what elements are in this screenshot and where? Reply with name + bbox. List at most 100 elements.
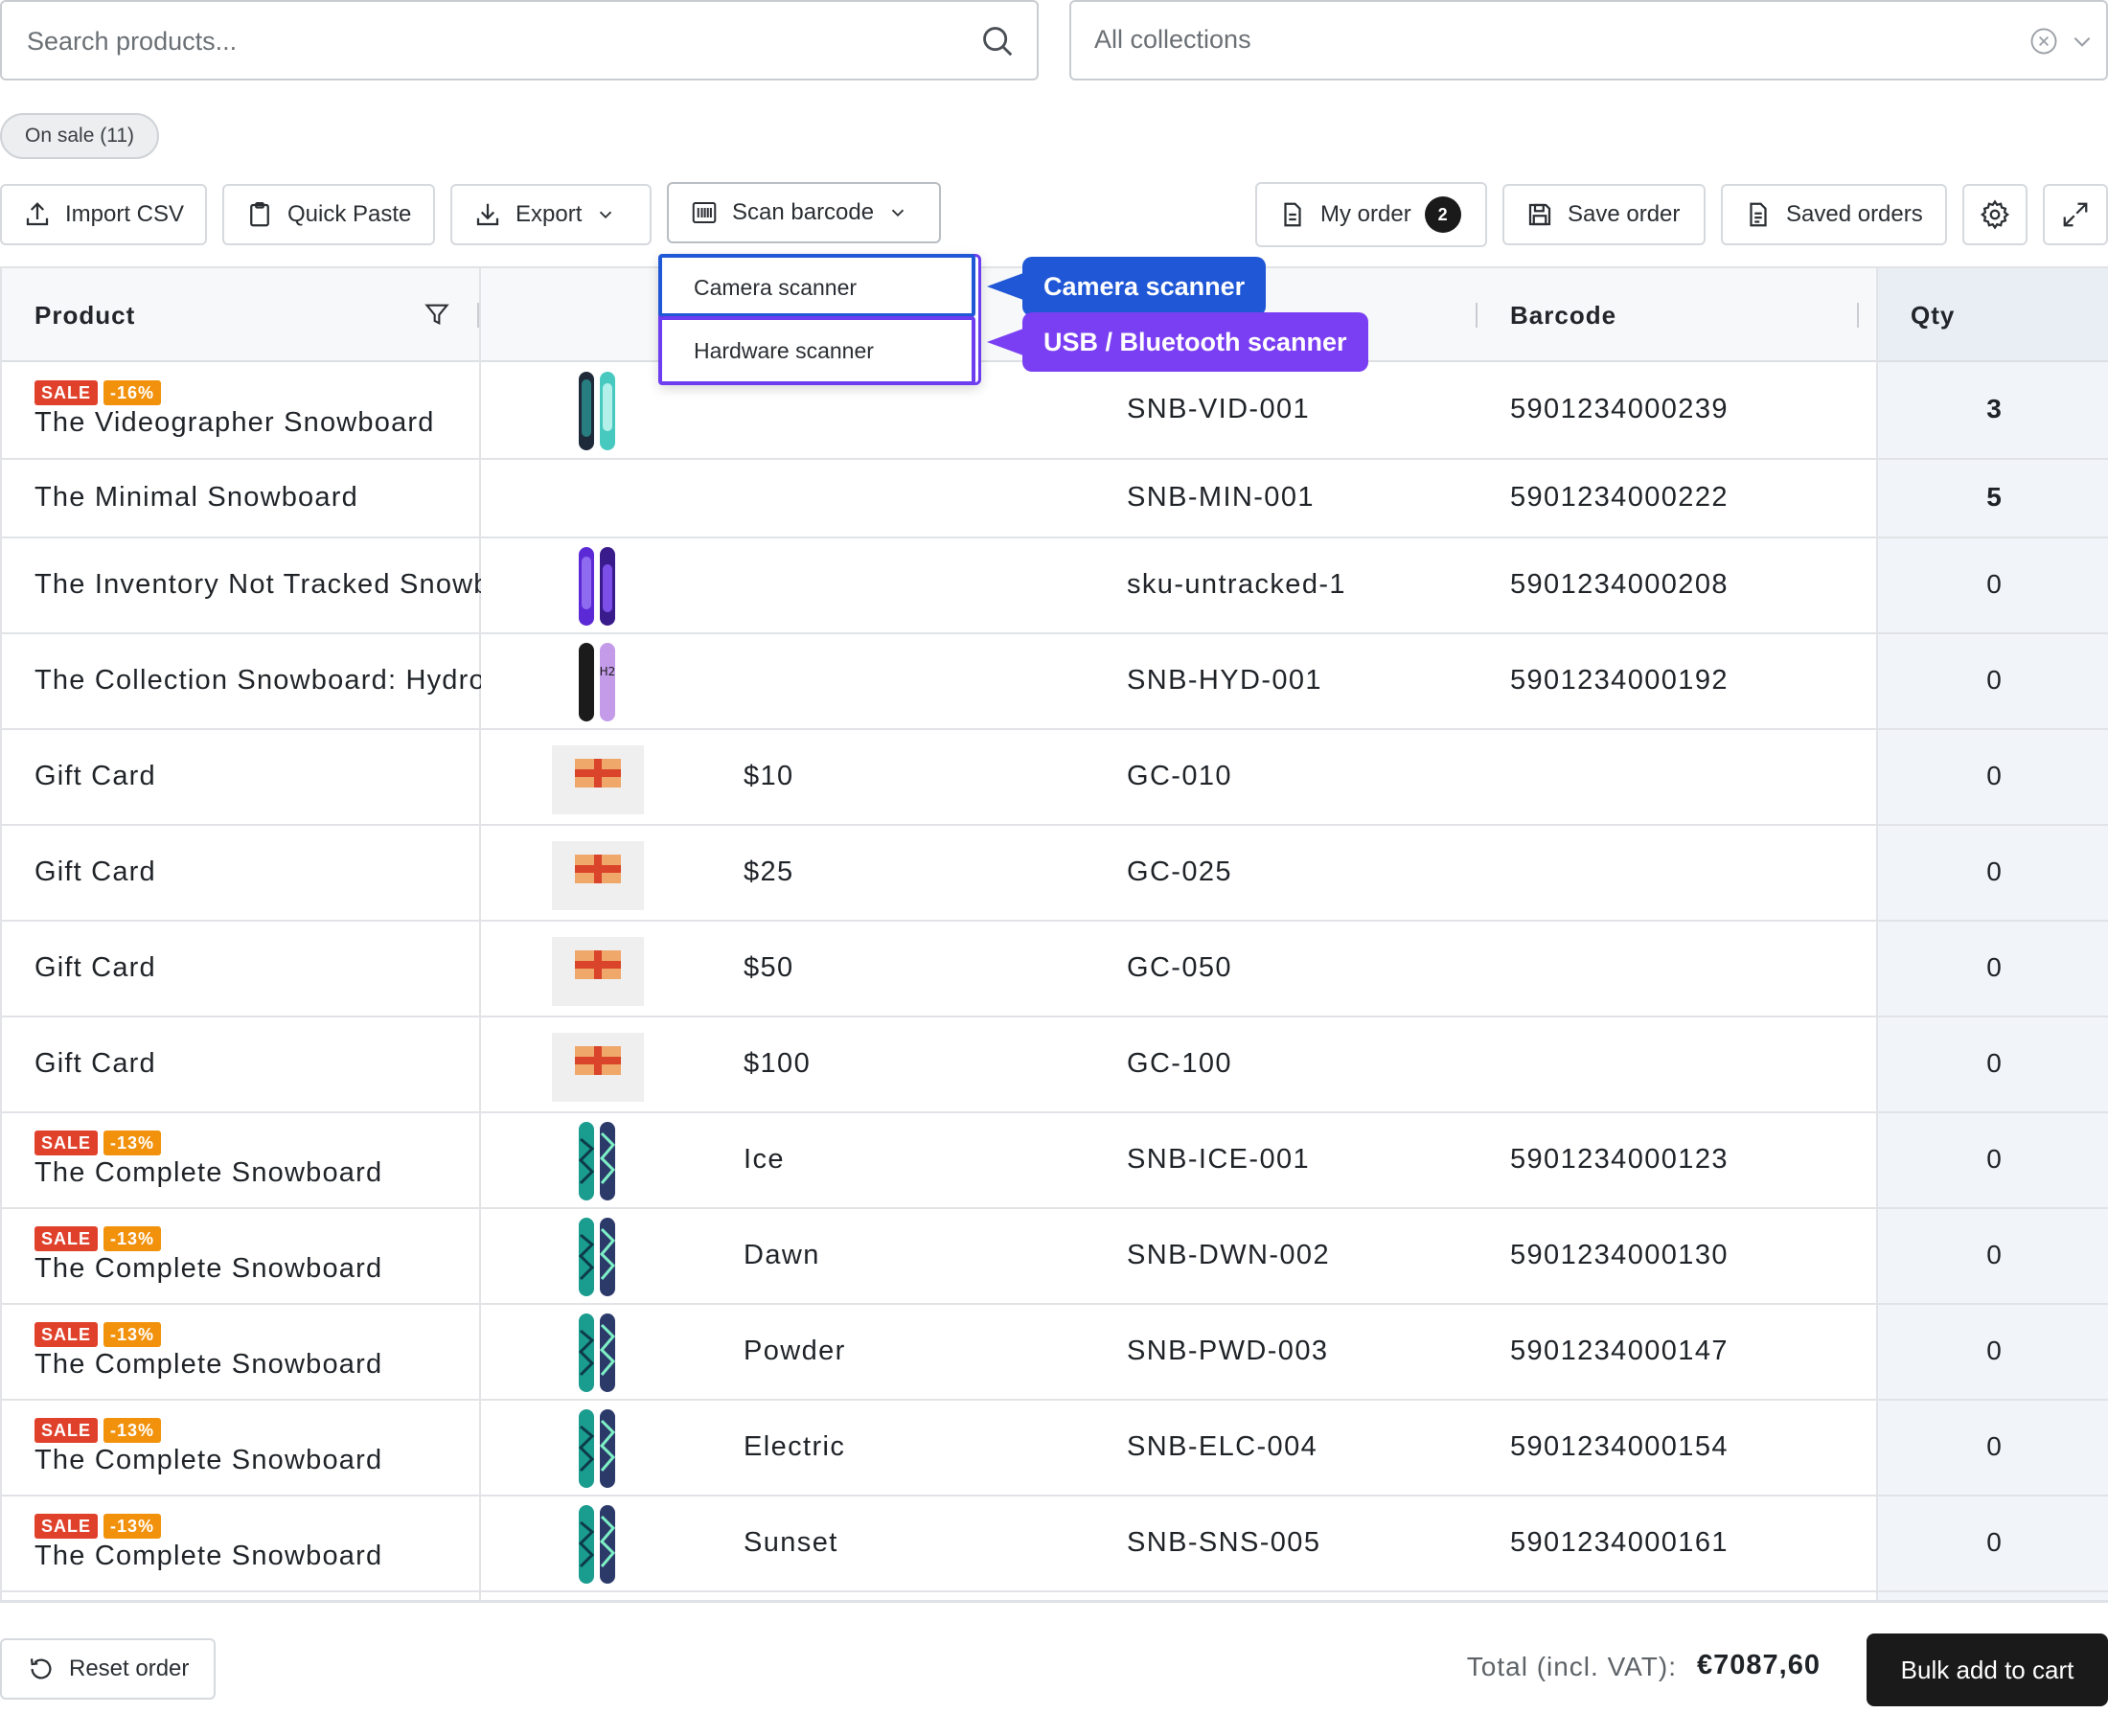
- product-column-header[interactable]: Product: [34, 301, 135, 331]
- table-row[interactable]: Gift Card $50 GC-050 0: [2, 922, 2108, 1017]
- product-name: Gift Card: [34, 1048, 156, 1079]
- qty-cell[interactable]: 0: [1878, 1240, 2108, 1270]
- product-name: Gift Card: [34, 857, 156, 887]
- table-row[interactable]: The Minimal Snowboard SNB-MIN-001 59012340…: [2, 460, 2108, 538]
- badges: SALE -13%: [34, 1322, 162, 1347]
- footer-divider: [0, 1600, 2108, 1603]
- product-thumbnail: [577, 1407, 619, 1495]
- chevron-down-icon[interactable]: [2070, 29, 2095, 54]
- my-order-button[interactable]: My order 2: [1255, 182, 1487, 247]
- column-separator: [1857, 303, 1859, 328]
- export-button[interactable]: Export: [450, 184, 652, 245]
- variant-cell: Ice: [744, 1144, 785, 1175]
- clipboard-icon: [250, 202, 269, 227]
- qty-cell[interactable]: 0: [1878, 1336, 2108, 1366]
- table-row[interactable]: SALE -16% The Videographer Snowboard SNB-VI…: [2, 362, 2108, 460]
- search-input[interactable]: [25, 17, 945, 65]
- table-row[interactable]: The Inventory Not Tracked Snowboard sku-u…: [2, 538, 2108, 634]
- qty-cell[interactable]: 0: [1878, 1527, 2108, 1558]
- product-thumbnail: H2: [577, 641, 619, 728]
- barcode-cell: 5901234000130: [1510, 1240, 1729, 1270]
- qty-cell[interactable]: 0: [1878, 1144, 2108, 1175]
- product-thumbnail: [577, 1503, 619, 1590]
- qty-column-header[interactable]: Qty: [1911, 301, 1955, 331]
- product-thumbnail: [577, 545, 619, 632]
- sale-badge: SALE: [34, 380, 99, 405]
- qty-cell[interactable]: 0: [1878, 665, 2108, 696]
- table-row[interactable]: Gift Card $100 GC-100 0: [2, 1017, 2108, 1113]
- qty-cell[interactable]: 0: [1878, 1431, 2108, 1462]
- table-row[interactable]: The Collection Snowboard: Hydrogen H2 SNB-…: [2, 634, 2108, 730]
- variant-cell: $50: [744, 952, 794, 983]
- barcode-column-header[interactable]: Barcode: [1510, 301, 1616, 331]
- clear-icon[interactable]: [2029, 27, 2058, 56]
- quick-paste-button[interactable]: Quick Paste: [222, 184, 435, 245]
- expand-icon: [2063, 202, 2088, 227]
- table-row[interactable]: SALE -13% The Complete Snowboard Electric SN…: [2, 1401, 2108, 1496]
- sku-cell: GC-025: [1127, 857, 1232, 887]
- save-order-label: Save order: [1568, 201, 1681, 227]
- table-row[interactable]: SALE -13% The Complete Snowboard Ice SNB-ICE…: [2, 1113, 2108, 1209]
- qty-cell[interactable]: 0: [1878, 569, 2108, 600]
- product-name: The Minimal Snowboard: [34, 482, 358, 513]
- product-name: The Collection Snowboard: Hydrogen: [34, 665, 481, 696]
- import-csv-button[interactable]: Import CSV: [0, 184, 207, 245]
- product-name: The Complete Snowboard: [34, 1445, 383, 1475]
- camera-scanner-option[interactable]: Camera scanner: [658, 254, 975, 317]
- sale-badge: SALE: [34, 1226, 99, 1251]
- qty-cell[interactable]: 0: [1878, 1048, 2108, 1079]
- qty-cell[interactable]: 0: [1878, 952, 2108, 983]
- chevron-down-icon: [600, 211, 612, 219]
- product-thumbnail: [552, 1033, 644, 1107]
- sku-cell: SNB-MIN-001: [1127, 482, 1315, 513]
- barcode-cell: 5901234000123: [1510, 1144, 1729, 1175]
- sku-cell: GC-100: [1127, 1048, 1232, 1079]
- scan-barcode-button[interactable]: Scan barcode: [667, 182, 941, 243]
- qty-cell[interactable]: 0: [1878, 857, 2108, 887]
- product-thumbnail: [577, 370, 619, 457]
- bulk-add-to-cart-button[interactable]: Bulk add to cart: [1867, 1633, 2108, 1706]
- qty-cell[interactable]: 3: [1878, 394, 2108, 424]
- table-row[interactable]: Gift Card $25 GC-025 0: [2, 826, 2108, 922]
- settings-button[interactable]: [1962, 184, 2028, 245]
- product-name: Gift Card: [34, 952, 156, 983]
- total-label: Total (incl. VAT):: [1466, 1652, 1677, 1681]
- sku-cell: SNB-ICE-001: [1127, 1144, 1311, 1175]
- save-icon: [1528, 203, 1551, 226]
- hardware-scanner-option[interactable]: Hardware scanner: [658, 316, 975, 385]
- camera-scanner-callout: Camera scanner: [1022, 257, 1267, 316]
- on-sale-filter-chip[interactable]: On sale (11): [0, 113, 159, 159]
- qty-cell[interactable]: 5: [1878, 482, 2108, 513]
- usb-bluetooth-scanner-callout: USB / Bluetooth scanner: [1022, 312, 1368, 372]
- search-icon[interactable]: [979, 23, 1016, 59]
- collections-select[interactable]: All collections: [1069, 0, 2108, 80]
- import-csv-label: Import CSV: [65, 201, 185, 227]
- product-name: Gift Card: [34, 761, 156, 791]
- product-thumbnail: [552, 937, 644, 1011]
- barcode-cell: 5901234000239: [1510, 394, 1729, 424]
- table-row[interactable]: SALE -13% The Complete Snowboard Sunset SNB-…: [2, 1496, 2108, 1592]
- table-row[interactable]: SALE -13% The Complete Snowboard Powder SNB-…: [2, 1305, 2108, 1401]
- barcode-cell: 5901234000222: [1510, 482, 1729, 513]
- upload-icon: [26, 202, 49, 226]
- total-value: €7087,60: [1697, 1650, 1821, 1680]
- product-name: The Complete Snowboard: [34, 1541, 383, 1571]
- qty-cell[interactable]: 0: [1878, 761, 2108, 791]
- save-order-button[interactable]: Save order: [1502, 184, 1706, 245]
- saved-orders-button[interactable]: Saved orders: [1721, 184, 1947, 245]
- sku-cell: SNB-HYD-001: [1127, 665, 1322, 696]
- scan-barcode-menu: Camera scanner Hardware scanner: [658, 254, 981, 385]
- variant-cell: $25: [744, 857, 794, 887]
- badges: SALE -13%: [34, 1418, 162, 1443]
- fullscreen-button[interactable]: [2043, 184, 2108, 245]
- filter-icon[interactable]: [424, 301, 450, 328]
- table-row[interactable]: Gift Card $10 GC-010 0: [2, 730, 2108, 826]
- table-row[interactable]: SALE -13% The Complete Snowboard Dawn SNB-DW…: [2, 1209, 2108, 1305]
- product-table: Product Barcode Qty SALE -16% The Videogra…: [0, 266, 2108, 1600]
- badges: SALE -13%: [34, 1226, 162, 1251]
- search-box[interactable]: [0, 0, 1039, 80]
- download-icon: [476, 203, 499, 226]
- export-label: Export: [516, 201, 583, 227]
- reset-order-button[interactable]: Reset order: [0, 1638, 217, 1700]
- chevron-down-icon: [891, 209, 905, 217]
